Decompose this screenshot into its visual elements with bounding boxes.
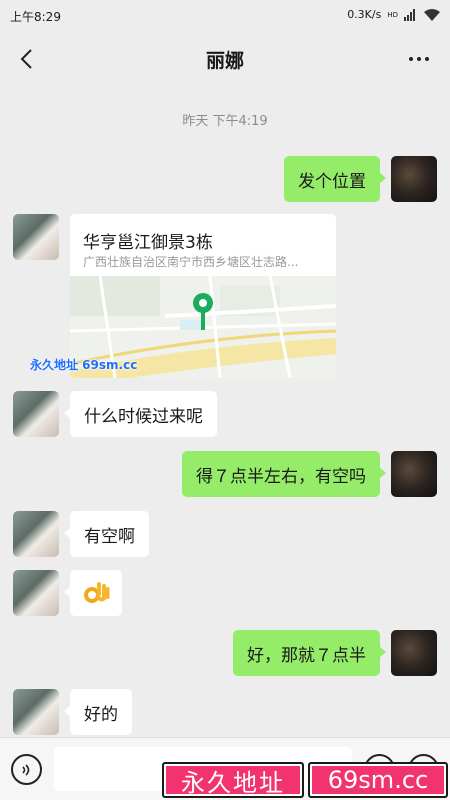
nav-bar: 丽娜	[0, 32, 450, 86]
network-speed: 0.3K/s	[347, 8, 382, 21]
contact-avatar[interactable]	[13, 689, 59, 735]
contact-avatar[interactable]	[13, 511, 59, 557]
message-bubble-out[interactable]: 好，那就７点半	[233, 630, 386, 676]
voice-button[interactable]	[11, 754, 42, 785]
watermark-text: 永久地址 69sm.cc	[30, 358, 138, 372]
more-dot-icon	[417, 57, 421, 61]
contact-avatar[interactable]	[13, 391, 59, 437]
more-button[interactable]	[402, 44, 436, 74]
emoji-message[interactable]	[64, 570, 122, 616]
more-dot-icon	[409, 57, 413, 61]
my-avatar[interactable]	[391, 630, 437, 676]
contact-avatar[interactable]	[13, 570, 59, 616]
message-bubble-in[interactable]: 什么时候过来呢	[64, 391, 217, 437]
watermark-banner-right: 69sm.cc	[308, 762, 448, 798]
location-title: 华亨邕江御景3栋	[83, 233, 213, 253]
status-time: 上午8:29	[10, 10, 61, 24]
message-bubble-in[interactable]: 有空啊	[64, 511, 149, 557]
wifi-icon	[424, 8, 440, 21]
my-avatar[interactable]	[391, 451, 437, 497]
message-bubble-in[interactable]: 好的	[64, 689, 132, 735]
location-address: 广西壮族自治区南宁市西乡塘区壮志路...	[83, 255, 299, 269]
my-avatar[interactable]	[391, 156, 437, 202]
message-bubble-out[interactable]: 得７点半左右，有空吗	[182, 451, 386, 497]
contact-avatar[interactable]	[13, 214, 59, 260]
chat-timestamp: 昨天 下午4:19	[182, 114, 268, 129]
watermark-banner-left: 永久地址	[162, 762, 304, 798]
signal-icon	[404, 8, 418, 21]
chat-title: 丽娜	[205, 50, 244, 72]
status-bar: 上午8:29 0.3K/s HD	[0, 0, 450, 32]
ok-hand-icon	[84, 582, 110, 603]
location-card[interactable]: 华亨邕江御景3栋 广西壮族自治区南宁市西乡塘区壮志路...	[70, 214, 336, 378]
status-indicators: 0.3K/s HD	[347, 8, 440, 21]
hd-badge: HD	[387, 10, 398, 19]
voice-icon	[21, 763, 29, 776]
message-bubble-out[interactable]: 发个位置	[284, 156, 386, 202]
more-dot-icon	[425, 57, 429, 61]
